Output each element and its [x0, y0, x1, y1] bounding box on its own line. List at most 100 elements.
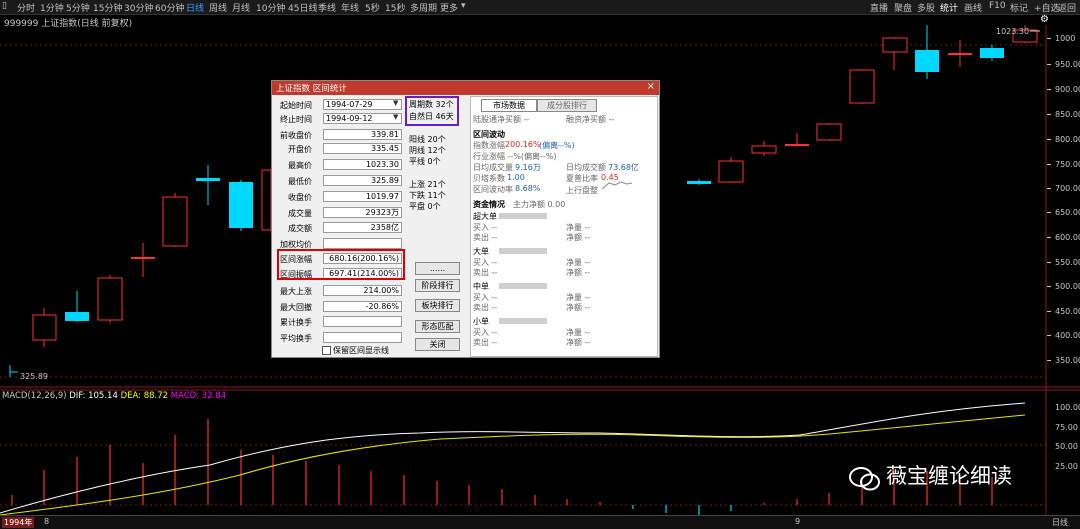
macd-tick: 75.00 [1055, 423, 1078, 432]
up-line-count: 阳线 20个 [409, 135, 446, 144]
group-net-amount: 净额 -- [566, 268, 591, 277]
order-group-bar [499, 213, 547, 219]
chevron-down-icon[interactable]: ▼ [393, 113, 398, 121]
candle-down [65, 312, 89, 321]
candle-up [849, 69, 875, 104]
tab-15sec[interactable]: 15秒 [385, 1, 405, 14]
btn-multi-stock[interactable]: 多股 [917, 1, 935, 14]
stat-label: 最大回撤 [280, 303, 312, 312]
tab-15min[interactable]: 15分钟 [93, 1, 122, 14]
stat-value: -20.86% [323, 301, 402, 312]
price-tick: 700.00 [1055, 184, 1080, 193]
tab-60min[interactable]: 60分钟 [155, 1, 184, 14]
candle-up [97, 277, 123, 321]
start-date-field[interactable]: 1994-07-29 [323, 99, 402, 110]
more-dropdown-icon[interactable]: ▾ [461, 1, 466, 11]
tab-weekly[interactable]: 周线 [209, 1, 227, 14]
candle-up [261, 169, 272, 231]
candle-down [980, 48, 1004, 58]
end-date-field[interactable]: 1994-09-12 [323, 113, 402, 124]
tab-monthly[interactable]: 月线 [232, 1, 250, 14]
dialog-titlebar[interactable]: 上证指数 区间统计 × [272, 81, 659, 95]
sector-rank-button[interactable]: 板块排行 [415, 299, 460, 312]
group-net-amount: 净额 -- [566, 233, 591, 242]
btn-mark[interactable]: 标记 [1010, 1, 1028, 14]
year-label: 1994年 [2, 517, 35, 528]
tab-more[interactable]: 更多 [440, 1, 458, 14]
more-button[interactable]: ...... [415, 262, 460, 275]
btn-back[interactable]: 返回 [1058, 1, 1076, 14]
start-time-label: 起始时间 [280, 101, 312, 110]
tab-quarterly[interactable]: 季线 [318, 1, 336, 14]
tab-10min[interactable]: 10分钟 [256, 1, 285, 14]
price-tick: 900.00 [1055, 85, 1080, 94]
stat-value: 2358亿 [323, 222, 402, 233]
keep-range-checkbox[interactable] [322, 346, 331, 355]
tab-5sec[interactable]: 5秒 [365, 1, 380, 14]
fall-count: 下跌 11个 [409, 191, 446, 200]
order-group-bar [499, 248, 547, 254]
tab-5min[interactable]: 5分钟 [66, 1, 90, 14]
tab-30min[interactable]: 30分钟 [124, 1, 153, 14]
stat-value: 1023.30 [323, 159, 402, 170]
stat-label: 前收盘价 [280, 131, 312, 140]
month-label: 9 [795, 517, 801, 526]
period-label[interactable]: 日线 [1052, 517, 1068, 528]
price-tick: 500.00 [1055, 282, 1080, 291]
price-tick: 450.00 [1055, 307, 1080, 316]
group-sell: 卖出 -- [473, 268, 498, 277]
tab-component-rank[interactable]: 成分股排行 [537, 99, 597, 112]
tab-market-data[interactable]: 市场数据 [481, 99, 537, 112]
watermark-text: 薇宝缠论细读 [886, 464, 1012, 488]
stat-label: 平均换手 [280, 334, 312, 343]
btn-draw-line[interactable]: 画线 [964, 1, 982, 14]
order-group-name: 超大单 [473, 212, 497, 221]
btn-f10[interactable]: F10 [989, 1, 1006, 11]
top-toolbar: ▯ 分时 1分钟 5分钟 15分钟 30分钟 60分钟 日线 周线 月线 10分… [0, 0, 1080, 15]
candle-up [162, 196, 188, 247]
avg-volume-label: 日均成交量 [473, 163, 513, 172]
btn-jupan[interactable]: 聚盘 [894, 1, 912, 14]
settings-gear-icon[interactable]: ⚙ [1040, 14, 1049, 25]
stat-value: 335.45 [323, 143, 402, 154]
btn-live[interactable]: 直播 [870, 1, 888, 14]
stat-label: 最大上涨 [280, 287, 312, 296]
tab-45day[interactable]: 45日线 [288, 1, 317, 14]
tab-daily[interactable]: 日线 [186, 1, 204, 14]
candle-up [882, 37, 908, 53]
stat-value [323, 238, 402, 249]
candle-up [751, 145, 777, 154]
order-group-name: 大单 [473, 247, 489, 256]
price-tick: 600.00 [1055, 233, 1080, 242]
dif-line [0, 402, 1026, 514]
order-group-bar [499, 283, 547, 289]
tab-multi-period[interactable]: 多周期 [410, 1, 437, 14]
close-button[interactable]: 关闭 [415, 338, 460, 351]
market-data-panel: 市场数据 成分股排行 陆股通净买额 -- 融资净买额 -- 区间波动 指数涨幅 … [470, 96, 658, 357]
stat-label: 最低价 [288, 177, 312, 186]
price-tick: 350.00 [1055, 356, 1080, 365]
pattern-match-button[interactable]: 形态匹配 [415, 320, 460, 333]
index-change-value: 200.16% [505, 140, 541, 149]
chevron-down-icon[interactable]: ▼ [393, 99, 398, 107]
index-change-label: 指数涨幅 [473, 141, 505, 150]
group-sell: 卖出 -- [473, 338, 498, 347]
menu-icon[interactable]: ▯ [2, 1, 7, 11]
tab-timeshare[interactable]: 分时 [17, 1, 35, 14]
end-time-label: 终止时间 [280, 115, 312, 124]
group-sell: 卖出 -- [473, 303, 498, 312]
price-tick: 550.00 [1055, 258, 1080, 267]
close-icon[interactable]: × [647, 81, 655, 92]
stage-rank-button[interactable]: 阶段排行 [415, 279, 460, 292]
tab-1min[interactable]: 1分钟 [40, 1, 64, 14]
main-net-amount: 主力净额 0.00 [513, 200, 566, 209]
btn-add-watchlist[interactable]: +自选 [1034, 1, 1060, 14]
tab-yearly[interactable]: 年线 [341, 1, 359, 14]
btn-statistics[interactable]: 统计 [940, 1, 958, 14]
candle-doji [785, 144, 809, 146]
keep-range-label: 保留区间显示线 [333, 346, 389, 355]
macd-name: MACD(12,26,9) [2, 391, 67, 401]
dialog-title: 上证指数 区间统计 [276, 84, 347, 94]
avg-amount-value: 73.68亿 [608, 163, 639, 172]
stat-label: 收盘价 [288, 193, 312, 202]
